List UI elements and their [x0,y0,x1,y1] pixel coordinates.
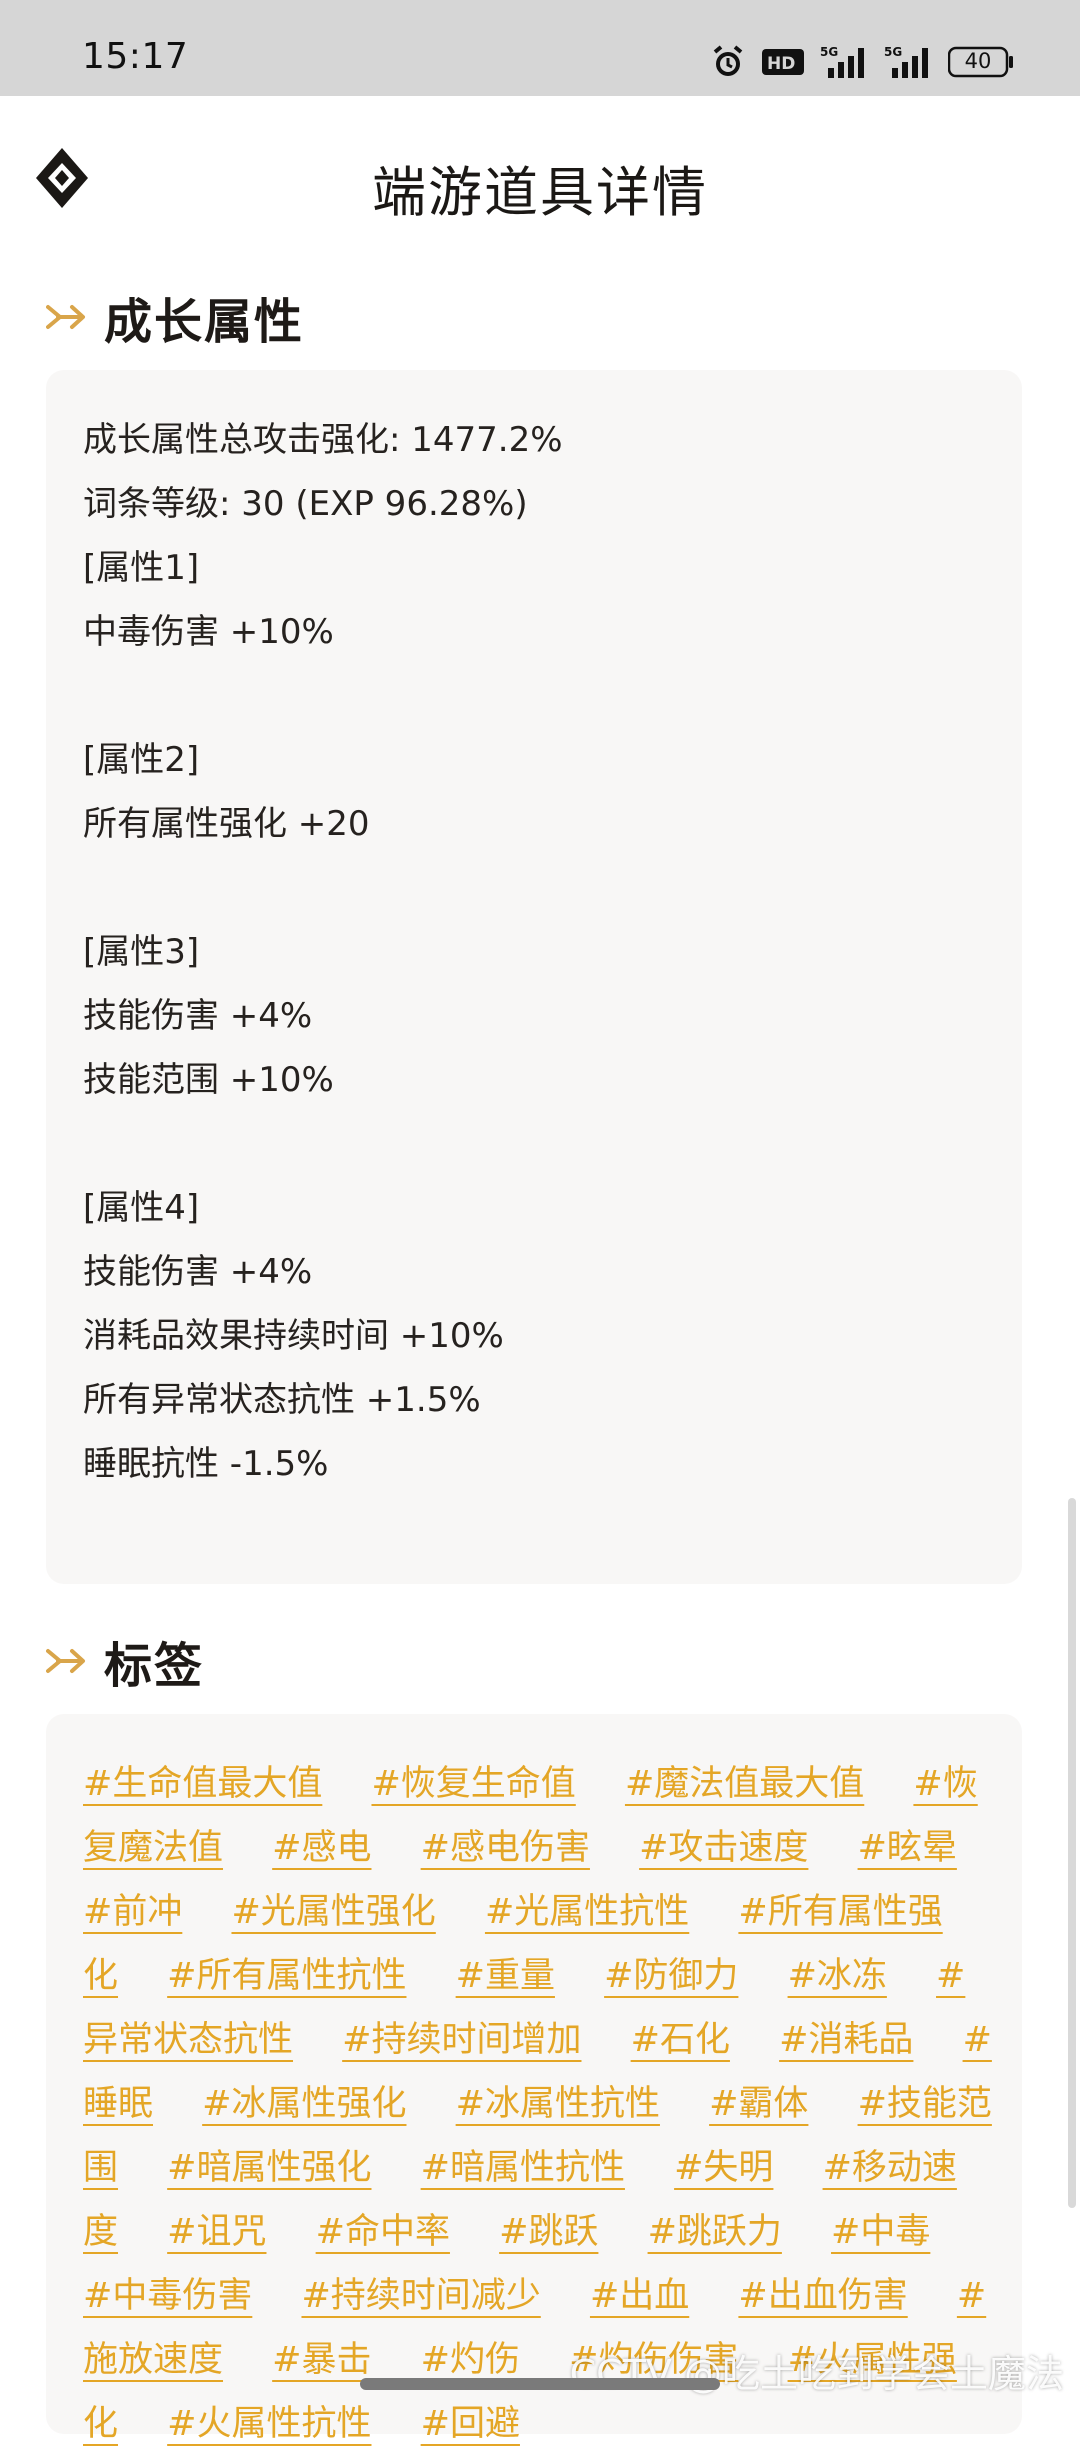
tag-link[interactable]: #灼伤 [421,2340,520,2380]
hd-icon: HD [762,47,804,77]
tag-link[interactable]: #眩晕 [858,1828,957,1868]
attribute-list: 成长属性总攻击强化: 1477.2%词条等级: 30 (EXP 96.28%)[… [83,408,992,1496]
tag-link[interactable]: #暗属性抗性 [421,2148,625,2188]
tag-link[interactable]: #魔法值最大值 [625,1764,864,1804]
section-title: 标签 [104,1626,204,1696]
svg-text:HD: HD [767,54,795,74]
tag-link[interactable]: #失明 [674,2148,773,2188]
tag-link[interactable]: #持续时间减少 [301,2276,540,2316]
tag-link[interactable]: #石化 [631,2020,730,2060]
tag-link[interactable]: #恢复生命值 [371,1764,575,1804]
scrollbar[interactable] [1068,1498,1076,2208]
tag-link[interactable]: #出血 [590,2276,689,2316]
growth-attributes-panel: 成长属性总攻击强化: 1477.2%词条等级: 30 (EXP 96.28%)[… [46,370,1022,1584]
tag-link[interactable]: #中毒 [831,2212,930,2252]
tag-link[interactable]: #重量 [456,1956,555,1996]
tags-panel: #生命值最大值 #恢复生命值 #魔法值最大值 #恢复魔法值 #感电 #感电伤害 … [46,1714,1022,2434]
tag-link[interactable]: #暴击 [272,2340,371,2380]
blank-line [83,664,992,728]
tag-link[interactable]: #生命值最大值 [83,1764,322,1804]
battery-level: 40 [948,49,1008,73]
tag-link[interactable]: #回避 [421,2404,520,2444]
attribute-line: 中毒伤害 +10% [83,600,992,664]
double-chevron-icon [46,299,86,335]
section-title: 成长属性 [104,282,304,352]
tag-link[interactable]: #冰属性抗性 [456,2084,660,2124]
tag-link[interactable]: #跳跃力 [648,2212,782,2252]
tag-link[interactable]: #火属性抗性 [167,2404,371,2444]
tag-link[interactable]: #冰属性强化 [202,2084,406,2124]
tag-link[interactable]: #前冲 [83,1892,182,1932]
tag-link[interactable]: #冰冻 [788,1956,887,1996]
double-chevron-icon [46,1643,86,1679]
tag-link[interactable]: #光属性强化 [231,1892,435,1932]
status-bar: 15:17 HD 5G [0,0,1080,96]
attribute-line: [属性4] [83,1176,992,1240]
app-header: 端游道具详情 [0,96,1080,266]
status-icons: HD 5G 5G [710,40,1014,84]
battery-icon: 40 [948,46,1014,78]
svg-text:5G: 5G [884,45,902,59]
tag-link[interactable]: #防御力 [604,1956,738,1996]
attribute-line: 技能伤害 +4% [83,1240,992,1304]
tag-link[interactable]: #感电伤害 [421,1828,590,1868]
signal-5g-icon: 5G [884,44,932,80]
tag-link[interactable]: #暗属性强化 [167,2148,371,2188]
attribute-line: 词条等级: 30 (EXP 96.28%) [83,472,992,536]
tag-link[interactable]: #消耗品 [779,2020,913,2060]
tag-link[interactable]: #诅咒 [167,2212,266,2252]
tag-link[interactable]: #跳跃 [499,2212,598,2252]
tag-link[interactable]: #中毒伤害 [83,2276,252,2316]
attribute-line: 成长属性总攻击强化: 1477.2% [83,408,992,472]
attribute-line: [属性3] [83,920,992,984]
attribute-line: [属性1] [83,536,992,600]
status-time: 15:17 [82,36,188,77]
tag-link[interactable]: #命中率 [316,2212,450,2252]
tag-link[interactable]: #攻击速度 [639,1828,808,1868]
attribute-line: 技能范围 +10% [83,1048,992,1112]
alarm-icon [710,44,746,80]
attribute-line: 消耗品效果持续时间 +10% [83,1304,992,1368]
attribute-line: [属性2] [83,728,992,792]
section-header-tags: 标签 [46,1626,204,1696]
blank-line [83,1112,992,1176]
tag-link[interactable]: #光属性抗性 [485,1892,689,1932]
blank-line [83,856,992,920]
page-title: 端游道具详情 [0,148,1080,227]
attribute-line: 技能伤害 +4% [83,984,992,1048]
tag-link[interactable]: #感电 [272,1828,371,1868]
signal-5g-icon: 5G [820,44,868,80]
section-header-growth: 成长属性 [46,282,304,352]
svg-text:5G: 5G [820,45,838,59]
home-indicator[interactable] [360,2378,720,2390]
tag-link[interactable]: #持续时间增加 [342,2020,581,2060]
attribute-line: 所有属性强化 +20 [83,792,992,856]
attribute-line: 所有异常状态抗性 +1.5% [83,1368,992,1432]
tag-link[interactable]: #所有属性抗性 [167,1956,406,1996]
tag-link[interactable]: #霸体 [709,2084,808,2124]
tag-link[interactable]: #出血伤害 [738,2276,907,2316]
attribute-line: 睡眠抗性 -1.5% [83,1432,992,1496]
